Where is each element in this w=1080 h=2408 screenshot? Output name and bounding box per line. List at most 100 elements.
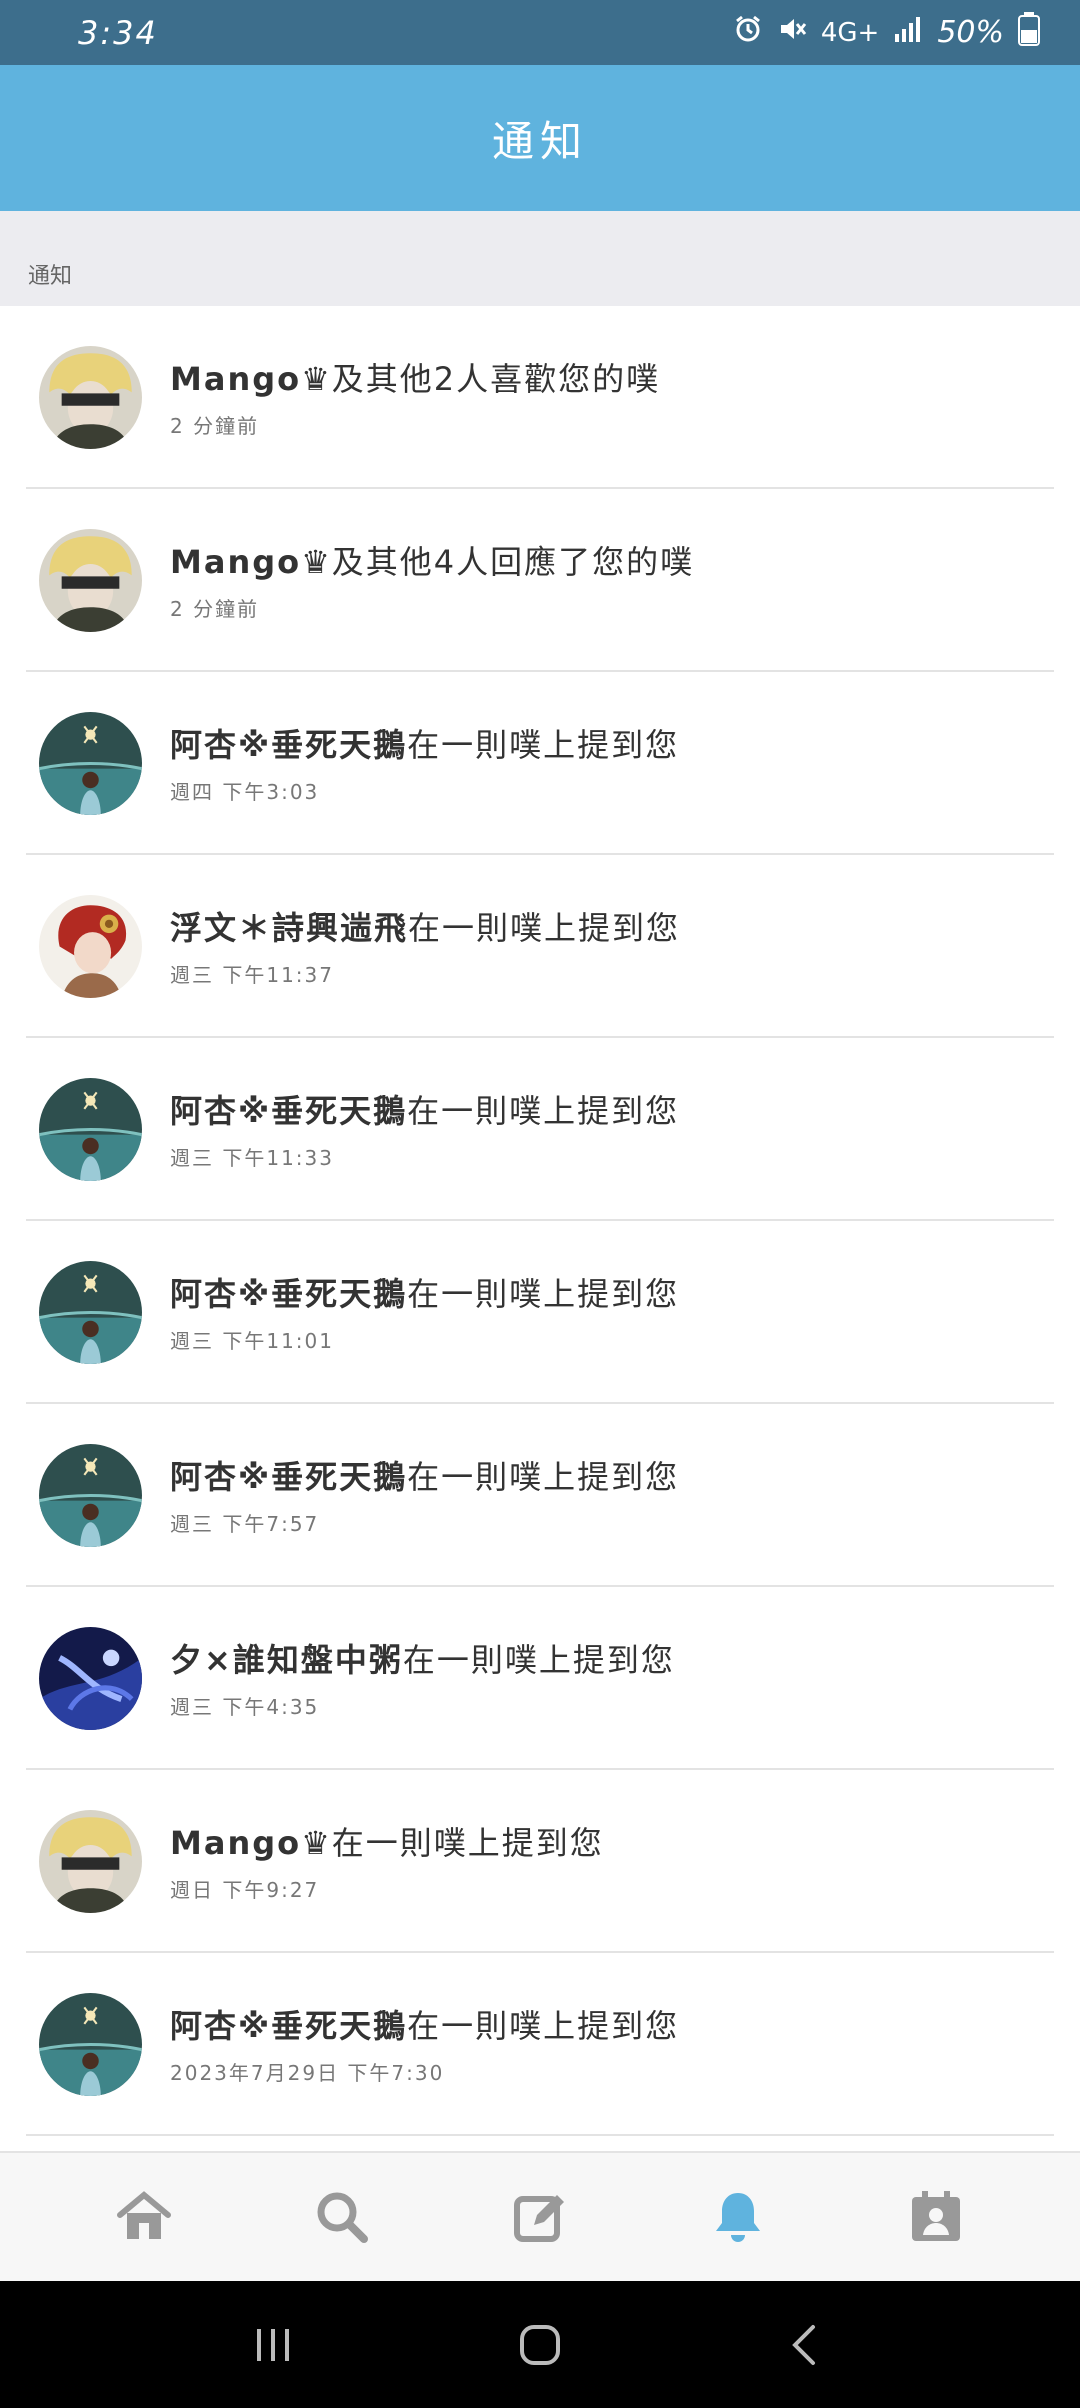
avatar[interactable] xyxy=(39,1810,142,1913)
battery-percent: 50% xyxy=(937,15,1004,50)
notification-message: 阿杏※垂死天鵝在一則噗上提到您 xyxy=(170,1086,679,1132)
notification-time: 2 分鐘前 xyxy=(170,414,260,438)
notification-item[interactable]: Mango♛在一則噗上提到您 週日 下午9:27 xyxy=(26,1770,1054,1953)
alarm-icon xyxy=(733,14,763,51)
notification-item[interactable]: 阿杏※垂死天鵝在一則噗上提到您週三 下午7:57 xyxy=(26,1404,1054,1587)
notification-message: Mango♛及其他2人喜歡您的噗 xyxy=(170,354,660,400)
notification-action: 在一則噗上提到您 xyxy=(407,726,680,764)
page-title: 通知 xyxy=(491,116,588,166)
status-bar: 3:34 4G+ 50% xyxy=(0,0,1080,65)
avatar[interactable] xyxy=(39,1261,142,1364)
signal-icon xyxy=(893,14,923,51)
nav-notifications[interactable] xyxy=(693,2172,783,2262)
notification-item[interactable]: 浮文＊詩興遄飛在一則噗上提到您週三 下午11:37 xyxy=(26,855,1054,1038)
section-header: 通知 xyxy=(0,211,1080,306)
notification-time: 2 分鐘前 xyxy=(170,597,260,621)
notification-action: 在一則噗上提到您 xyxy=(407,2007,680,2045)
bottom-nav xyxy=(0,2151,1080,2281)
notification-action: 在一則噗上提到您 xyxy=(408,909,681,947)
notification-time: 週三 下午7:57 xyxy=(170,1512,320,1536)
home-icon xyxy=(117,2191,171,2239)
avatar[interactable] xyxy=(39,1444,142,1547)
notification-list[interactable]: Mango♛及其他2人喜歡您的噗 2 分鐘前 Mango♛及其他4人回應了您的噗 2 … xyxy=(0,306,1080,2151)
notification-item[interactable]: 阿杏※垂死天鵝在一則噗上提到您週三 下午11:33 xyxy=(26,1038,1054,1221)
home-system-icon xyxy=(519,2324,560,2365)
notification-time: 週三 下午11:01 xyxy=(170,1329,334,1353)
recent-apps-button[interactable] xyxy=(233,2305,313,2385)
profile-icon xyxy=(912,2191,960,2241)
notification-action: 在一則噗上提到您 xyxy=(402,1641,675,1679)
back-icon xyxy=(791,2324,815,2365)
notification-user[interactable]: 浮文＊詩興遄飛 xyxy=(170,909,408,947)
notification-action: 及其他4人回應了您的噗 xyxy=(331,543,695,581)
notification-time: 週三 下午11:37 xyxy=(170,963,334,987)
notification-time: 2023年7月29日 下午7:30 xyxy=(170,2061,445,2085)
nav-search[interactable] xyxy=(297,2172,387,2262)
notification-message: 阿杏※垂死天鵝在一則噗上提到您 xyxy=(170,2001,679,2047)
notification-text: 浮文＊詩興遄飛在一則噗上提到您週三 下午11:37 xyxy=(170,903,680,988)
nav-compose[interactable] xyxy=(495,2172,585,2262)
notification-user[interactable]: 夕×誰知盤中粥 xyxy=(170,1641,403,1679)
status-icons: 4G+ 50% xyxy=(733,12,1040,53)
notification-message: Mango♛及其他4人回應了您的噗 xyxy=(170,537,694,583)
notification-action: 及其他2人喜歡您的噗 xyxy=(331,360,661,398)
notification-text: Mango♛及其他4人回應了您的噗 2 分鐘前 xyxy=(170,537,694,622)
notification-message: 夕×誰知盤中粥在一則噗上提到您 xyxy=(170,1635,675,1681)
back-button[interactable] xyxy=(767,2305,847,2385)
notification-time: 週三 下午4:35 xyxy=(170,1695,320,1719)
notification-action: 在一則噗上提到您 xyxy=(407,1092,680,1130)
search-icon xyxy=(317,2192,368,2243)
notification-item[interactable]: 夕×誰知盤中粥在一則噗上提到您週三 下午4:35 xyxy=(26,1587,1054,1770)
notification-item[interactable]: 阿杏※垂死天鵝在一則噗上提到您週四 下午3:03 xyxy=(26,672,1054,855)
notification-item[interactable]: 阿杏※垂死天鵝在一則噗上提到您 2023年7月29日 下午7:30 xyxy=(26,1953,1054,2136)
notification-action: 在一則噗上提到您 xyxy=(331,1824,604,1862)
notification-user[interactable]: 阿杏※垂死天鵝 xyxy=(170,726,407,764)
avatar[interactable] xyxy=(39,1078,142,1181)
notification-user[interactable]: 阿杏※垂死天鵝 xyxy=(170,1275,407,1313)
avatar[interactable] xyxy=(39,529,142,632)
network-icon: 4G+ xyxy=(820,17,880,48)
notification-message: Mango♛在一則噗上提到您 xyxy=(170,1818,604,1864)
nav-profile[interactable] xyxy=(891,2172,981,2262)
notification-message: 阿杏※垂死天鵝在一則噗上提到您 xyxy=(170,720,679,766)
notification-item[interactable]: Mango♛及其他2人喜歡您的噗 2 分鐘前 xyxy=(26,306,1054,489)
notification-text: 夕×誰知盤中粥在一則噗上提到您週三 下午4:35 xyxy=(170,1635,675,1720)
notification-text: 阿杏※垂死天鵝在一則噗上提到您週三 下午7:57 xyxy=(170,1452,679,1537)
status-time: 3:34 xyxy=(78,13,158,52)
notification-item[interactable]: 阿杏※垂死天鵝在一則噗上提到您週三 下午11:01 xyxy=(26,1221,1054,1404)
avatar[interactable] xyxy=(39,1627,142,1730)
compose-icon xyxy=(514,2195,564,2242)
notification-text: Mango♛在一則噗上提到您 週日 下午9:27 xyxy=(170,1818,604,1903)
notification-user[interactable]: Mango♛ xyxy=(170,360,332,398)
notification-action: 在一則噗上提到您 xyxy=(407,1458,680,1496)
notification-text: 阿杏※垂死天鵝在一則噗上提到您週三 下午11:33 xyxy=(170,1086,679,1171)
battery-icon xyxy=(1018,12,1040,53)
system-nav-bar xyxy=(0,2281,1080,2408)
notification-action: 在一則噗上提到您 xyxy=(407,1275,680,1313)
notification-message: 浮文＊詩興遄飛在一則噗上提到您 xyxy=(170,903,680,949)
notification-text: 阿杏※垂死天鵝在一則噗上提到您週四 下午3:03 xyxy=(170,720,679,805)
notification-time: 週日 下午9:27 xyxy=(170,1878,320,1902)
notification-user[interactable]: Mango♛ xyxy=(170,543,332,581)
notification-user[interactable]: 阿杏※垂死天鵝 xyxy=(170,1458,407,1496)
notification-text: 阿杏※垂死天鵝在一則噗上提到您 2023年7月29日 下午7:30 xyxy=(170,2001,679,2086)
notification-item[interactable]: Mango♛及其他4人回應了您的噗 2 分鐘前 xyxy=(26,489,1054,672)
notification-text: Mango♛及其他2人喜歡您的噗 2 分鐘前 xyxy=(170,354,660,439)
avatar[interactable] xyxy=(39,712,142,815)
notification-time: 週三 下午11:33 xyxy=(170,1146,334,1170)
bell-icon xyxy=(716,2193,760,2242)
notification-user[interactable]: Mango♛ xyxy=(170,1824,332,1862)
recent-apps-icon xyxy=(257,2328,290,2361)
notification-user[interactable]: 阿杏※垂死天鵝 xyxy=(170,2007,407,2045)
avatar[interactable] xyxy=(39,346,142,449)
notification-user[interactable]: 阿杏※垂死天鵝 xyxy=(170,1092,407,1130)
header: 通知 xyxy=(0,65,1080,211)
nav-home[interactable] xyxy=(99,2172,189,2262)
notification-message: 阿杏※垂死天鵝在一則噗上提到您 xyxy=(170,1452,679,1498)
notification-text: 阿杏※垂死天鵝在一則噗上提到您週三 下午11:01 xyxy=(170,1269,679,1354)
notification-message: 阿杏※垂死天鵝在一則噗上提到您 xyxy=(170,1269,679,1315)
home-system-button[interactable] xyxy=(500,2305,580,2385)
notification-time: 週四 下午3:03 xyxy=(170,780,320,804)
avatar[interactable] xyxy=(39,895,142,998)
avatar[interactable] xyxy=(39,1993,142,2096)
